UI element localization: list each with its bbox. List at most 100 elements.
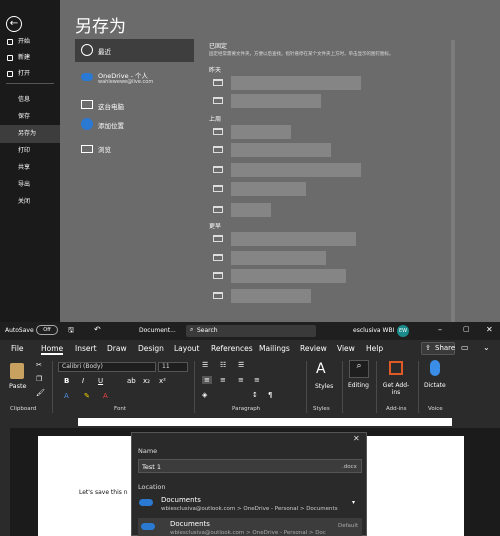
section-yesterday: 昨天	[209, 67, 222, 74]
highlight-icon[interactable]: ✎	[84, 392, 90, 400]
doc-name[interactable]: Document...	[139, 327, 176, 334]
tab-mailings[interactable]: Mailings	[259, 344, 290, 353]
folder-icon	[213, 128, 223, 135]
dictate-label[interactable]: Dictate	[424, 382, 446, 389]
folder-row[interactable]	[213, 163, 363, 177]
tab-draw[interactable]: Draw	[107, 344, 127, 353]
divider	[342, 361, 343, 413]
styles-label[interactable]: Styles	[315, 383, 333, 390]
tab-review[interactable]: Review	[300, 344, 327, 353]
align-center-icon[interactable]: ≡	[220, 376, 226, 384]
pinned-description: 固定经常需要文件夹，方便以后查找。指针悬停在某个文件夹上方时，单击显示的图钉图标…	[209, 52, 394, 57]
computer-icon	[81, 100, 93, 109]
autosave-toggle[interactable]: Off	[36, 325, 58, 335]
tab-home[interactable]: Home	[41, 344, 64, 355]
filename-input[interactable]	[138, 459, 362, 473]
folder-row[interactable]	[213, 203, 363, 217]
bullets-icon[interactable]: ☰	[202, 361, 208, 369]
location-label: Location	[138, 483, 166, 491]
location-dropdown[interactable]: Documents wbiesclusiva@outlook.com > One…	[138, 494, 362, 514]
nav-share[interactable]: 共享	[0, 159, 60, 177]
location-label: 最近	[98, 48, 111, 56]
scrollbar[interactable]	[451, 40, 455, 322]
new-doc-icon	[7, 55, 13, 61]
underline-icon[interactable]: U	[98, 377, 103, 385]
folder-row[interactable]	[213, 125, 363, 139]
folder-row[interactable]	[213, 232, 363, 246]
folder-icon	[213, 97, 223, 104]
italic-icon[interactable]: I	[82, 377, 84, 385]
avatar[interactable]: EW	[397, 325, 409, 337]
shading-icon[interactable]: ◈	[202, 391, 207, 399]
folder-row[interactable]	[213, 143, 363, 157]
undo-icon[interactable]: ↶	[94, 325, 101, 334]
editing-icon[interactable]: ⌕	[349, 360, 369, 378]
cut-icon[interactable]: ✂	[36, 361, 42, 369]
tab-layout[interactable]: Layout	[174, 344, 200, 353]
sort-icon[interactable]: ↕	[252, 391, 258, 399]
format-painter-icon[interactable]: 🖌	[36, 389, 45, 397]
strikethrough-icon[interactable]: ab	[127, 377, 136, 385]
ribbon-options-icon[interactable]: ⌄	[483, 343, 490, 352]
name-label: Name	[138, 447, 158, 455]
nav-close[interactable]: 关闭	[0, 193, 60, 211]
ruler-area[interactable]	[78, 418, 452, 426]
comments-icon[interactable]: ▭	[461, 343, 469, 352]
tab-view[interactable]: View	[337, 344, 355, 353]
tab-design[interactable]: Design	[138, 344, 164, 353]
get-addins-label[interactable]: Get Add-ins	[381, 382, 411, 396]
paste-label[interactable]: Paste	[9, 382, 27, 390]
folder-row[interactable]	[213, 94, 363, 108]
search-icon: ⌕	[190, 326, 194, 333]
tab-file[interactable]: File	[11, 344, 24, 353]
close-icon[interactable]: ✕	[486, 325, 493, 334]
back-arrow-icon[interactable]: ←	[6, 16, 22, 32]
nav-open[interactable]: 打开	[0, 65, 60, 83]
location-option[interactable]: Documents wbiesclusiva@outlook.com > One…	[138, 518, 362, 536]
justify-icon[interactable]: ≡	[254, 376, 260, 384]
share-button[interactable]: ⇪ Share	[421, 342, 455, 355]
nav-export[interactable]: 导出	[0, 176, 60, 194]
folder-row[interactable]	[213, 269, 363, 283]
add-ins-icon[interactable]	[389, 361, 403, 375]
folder-row[interactable]	[213, 251, 363, 265]
location-add-place[interactable]: 添加位置	[75, 113, 194, 136]
location-recent[interactable]: 最近	[75, 39, 194, 62]
nav-save-as[interactable]: 另存为	[0, 125, 60, 143]
maximize-icon[interactable]: ▢	[463, 325, 470, 333]
numbering-icon[interactable]: ☷	[220, 361, 226, 369]
styles-icon[interactable]: A	[316, 361, 326, 377]
folder-row[interactable]	[213, 76, 363, 90]
font-size-combo[interactable]: 11	[158, 362, 188, 372]
location-onedrive[interactable]: OneDrive - 个人 wahlewewe@live.com	[75, 66, 194, 92]
microphone-icon[interactable]	[430, 360, 440, 376]
tab-insert[interactable]: Insert	[75, 344, 97, 353]
nav-label: 开始	[18, 38, 31, 45]
subscript-icon[interactable]: x₂	[143, 377, 150, 385]
location-browse[interactable]: 浏览	[75, 137, 194, 160]
text-effects-icon[interactable]: A	[64, 392, 69, 400]
nav-print[interactable]: 打印	[0, 142, 60, 160]
onedrive-cloud-icon	[81, 73, 93, 81]
font-name-combo[interactable]: Calibri (Body)	[58, 362, 156, 372]
multilevel-list-icon[interactable]: ☰	[238, 361, 244, 369]
editing-label[interactable]: Editing	[348, 382, 369, 389]
superscript-icon[interactable]: x²	[159, 377, 166, 385]
tab-help[interactable]: Help	[366, 344, 383, 353]
folder-icon	[7, 71, 13, 77]
tab-references[interactable]: References	[211, 344, 253, 353]
save-icon[interactable]: 🖫	[68, 326, 74, 337]
folder-row[interactable]	[213, 289, 363, 303]
folder-row[interactable]	[213, 182, 363, 196]
copy-icon[interactable]: ❐	[36, 375, 42, 383]
dialog-close-icon[interactable]: ✕	[353, 434, 360, 443]
minimize-icon[interactable]: –	[438, 325, 442, 334]
font-color-icon[interactable]: A	[103, 392, 108, 400]
align-left-icon[interactable]: ≡	[202, 376, 212, 384]
align-right-icon[interactable]: ≡	[238, 376, 244, 384]
nav-save[interactable]: 保存	[0, 108, 60, 126]
paragraph-mark-icon[interactable]: ¶	[268, 391, 272, 399]
nav-info[interactable]: 信息	[0, 91, 60, 109]
clipboard-icon[interactable]	[10, 363, 24, 379]
bold-icon[interactable]: B	[64, 377, 69, 385]
